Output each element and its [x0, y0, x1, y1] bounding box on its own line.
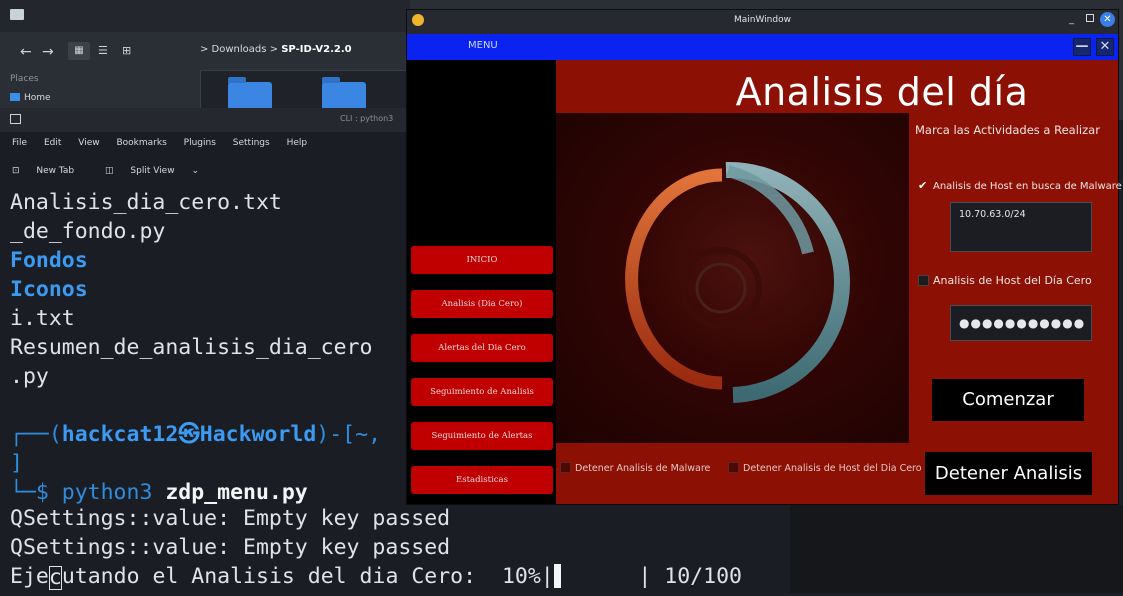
new-tab-label: New Tab — [36, 166, 75, 176]
terminal-line-dir: Iconos — [10, 277, 88, 302]
terminal-command: └─$ python3 zdp_menu.py — [10, 478, 381, 507]
terminal-line: QSettings::value: Empty key passed — [10, 535, 451, 560]
sidebar-button-analisis[interactable]: Analisis (Dia Cero) — [411, 290, 553, 318]
zero-day-checkbox[interactable] — [918, 275, 929, 286]
sidebar-button-estadisticas[interactable]: Estadisticas — [411, 466, 553, 494]
app-minimize-button[interactable]: — — [1073, 38, 1091, 56]
password-value: ●●●●●●●●●●● — [959, 316, 1086, 330]
terminal-log: QSettings::value: Empty key passedQSetti… — [10, 504, 742, 591]
background-window — [790, 505, 1123, 593]
app-menu-bar — [407, 34, 1118, 60]
ip-range-input[interactable]: 10.70.63.0/24 — [950, 202, 1092, 252]
prompt-close: )-[~, — [316, 422, 382, 447]
zero-day-checkbox-row[interactable]: Analisis de Host del Día Cero — [918, 274, 1092, 287]
file-manager-titlebar — [0, 0, 410, 32]
terminal-cursor: c — [48, 565, 62, 590]
start-button[interactable]: Comenzar — [932, 379, 1084, 421]
ip-range-value: 10.70.63.0/24 — [959, 209, 1026, 220]
terminal-menubar: File Edit View Bookmarks Plugins Setting… — [12, 138, 321, 148]
progress-bar — [553, 564, 561, 588]
progress-line: Ejecutando el Analisis del dia Cero: 10%… — [10, 562, 742, 591]
page-title: Analisis del día — [735, 70, 1029, 114]
sidebar-item-home[interactable]: Home — [10, 93, 51, 103]
breadcrumb-parent[interactable]: > Downloads > — [200, 44, 278, 55]
details-view-icon[interactable]: ☰ — [98, 44, 108, 57]
terminal-line: Analisis_dia_cero.txt — [10, 190, 282, 215]
breadcrumb-current[interactable]: SP-ID-V2.2.0 — [281, 44, 351, 55]
chevron-down-icon: ⌄ — [188, 166, 199, 176]
sidebar-button-alertas[interactable]: Alertas del Dia Cero — [411, 334, 553, 362]
prompt-at: ㉿ — [178, 422, 200, 447]
malware-checkbox-label: Analisis de Host en busca de Malware — [933, 181, 1122, 192]
sidebar-button-inicio[interactable]: INICIO — [411, 246, 553, 274]
command-python: python3 — [61, 480, 166, 505]
places-label: Places — [10, 74, 39, 84]
menu-settings[interactable]: Settings — [233, 138, 270, 148]
app-close-button[interactable]: ✕ — [1096, 38, 1114, 56]
menu-plugins[interactable]: Plugins — [184, 138, 216, 148]
home-icon — [10, 93, 20, 101]
terminal-prompt: ┌──(hackcat12㉿Hackworld)-[~, — [10, 420, 381, 449]
progress-text: Eje — [10, 564, 49, 589]
command-prefix: └─$ — [10, 480, 62, 505]
breadcrumb[interactable]: > Downloads > SP-ID-V2.2.0 — [200, 44, 352, 55]
stop-analysis-button[interactable]: Detener Analisis — [925, 452, 1092, 495]
password-input[interactable]: ●●●●●●●●●●● — [950, 305, 1092, 341]
tree-view-icon[interactable]: ⊞ — [122, 44, 131, 57]
menu-edit[interactable]: Edit — [44, 138, 61, 148]
zero-day-checkbox-label: Analisis de Host del Día Cero — [933, 274, 1092, 287]
options-title: Marca las Actividades a Realizar — [915, 123, 1100, 137]
forward-arrow-icon[interactable]: → — [42, 44, 54, 60]
progress-count: | 10/100 — [560, 564, 742, 589]
minimize-icon[interactable]: _ — [1069, 14, 1074, 25]
progress-text: utando el Analisis del dia Cero: 10%| — [61, 564, 554, 589]
stop-malware-checkbox-row[interactable]: Detener Analisis de Malware — [560, 462, 710, 474]
command-script: zdp_menu.py — [165, 480, 308, 505]
hero-artwork — [556, 113, 909, 443]
close-icon[interactable]: ✕ — [1100, 12, 1115, 27]
sidebar-button-seguimiento-alertas[interactable]: Seguimiento de Alertas — [411, 422, 553, 450]
stop-malware-label: Detener Analisis de Malware — [575, 463, 711, 474]
prompt-user: hackcat12 — [61, 422, 179, 447]
split-view-icon: ◫ — [105, 166, 117, 176]
file-manager-app-icon — [10, 9, 24, 20]
terminal-line-dir: Fondos — [10, 248, 88, 273]
hero-rings-image — [556, 113, 909, 443]
new-tab-icon: ⊡ — [12, 166, 23, 176]
stop-zero-day-checkbox-row[interactable]: Detener Analisis de Host del Dia Cero — [728, 462, 922, 474]
stop-zero-day-label: Detener Analisis de Host del Dia Cero — [743, 463, 922, 474]
terminal-line: .py — [10, 364, 49, 389]
new-tab-button[interactable]: ⊡ New Tab — [12, 166, 88, 176]
menu-label[interactable]: MENU — [468, 40, 498, 51]
menu-help[interactable]: Help — [287, 138, 308, 148]
icons-view-icon[interactable]: ▦ — [68, 42, 90, 60]
terminal-app-icon — [10, 114, 21, 124]
terminal-line: QSettings::value: Empty key passed — [10, 506, 451, 531]
malware-checkbox-row[interactable]: ✔ Analisis de Host en busca de Malware — [918, 179, 1122, 192]
split-view-button[interactable]: ◫ Split View ⌄ — [105, 166, 213, 176]
terminal-line: i.txt — [10, 306, 75, 331]
maximize-icon[interactable] — [1086, 14, 1094, 22]
terminal-toolbar: ⊡ New Tab ◫ Split View ⌄ — [12, 166, 227, 176]
terminal-title: CLI : python3 — [340, 114, 394, 123]
stop-malware-checkbox[interactable] — [560, 462, 571, 473]
prompt-open: ┌──( — [10, 422, 62, 447]
sidebar-item-home-label: Home — [24, 93, 51, 103]
checkmark-icon[interactable]: ✔ — [918, 179, 929, 192]
split-view-label: Split View — [130, 166, 175, 176]
stop-zero-day-checkbox[interactable] — [728, 462, 739, 473]
prompt-host: Hackworld — [199, 422, 317, 447]
terminal-output: Analisis_dia_cero.txt _de_fondo.py Fondos I… — [10, 188, 381, 507]
sidebar-button-seguimiento-analisis[interactable]: Seguimiento de Analisis — [411, 378, 553, 406]
menu-view[interactable]: View — [78, 138, 99, 148]
menu-bookmarks[interactable]: Bookmarks — [116, 138, 166, 148]
window-title: MainWindow — [734, 15, 791, 25]
back-arrow-icon[interactable]: ← — [20, 44, 32, 60]
terminal-line: _de_fondo.py — [10, 219, 166, 244]
cursor-char: c — [48, 565, 62, 590]
prompt-bracket: ] — [10, 451, 23, 476]
terminal-line: Resumen_de_analisis_dia_cero — [10, 335, 373, 360]
menu-file[interactable]: File — [12, 138, 27, 148]
